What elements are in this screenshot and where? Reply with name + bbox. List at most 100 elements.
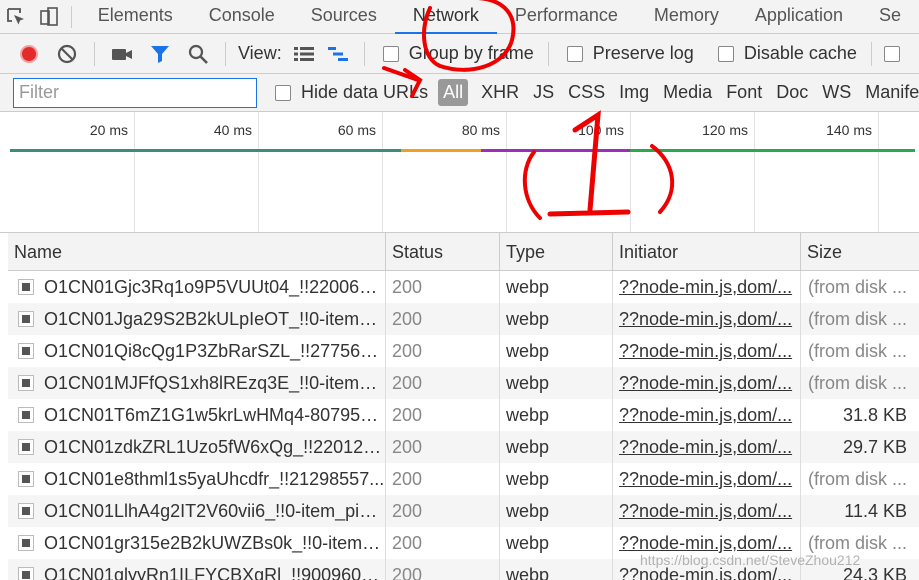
type-filter-img[interactable]: Img [612, 82, 656, 103]
cell-initiator-link[interactable]: ??node-min.js,dom/... [613, 367, 801, 399]
cell-size: 29.7 KB [842, 437, 907, 457]
hide-data-urls-label: Hide data URLs [301, 82, 429, 102]
cell-status: 200 [386, 367, 500, 399]
large-rows-button[interactable] [288, 34, 320, 74]
waterfall-bar [630, 149, 916, 152]
filter-bar: Hide data URLs AllXHRJSCSSImgMediaFontDo… [0, 74, 919, 112]
type-filter-media[interactable]: Media [656, 82, 719, 103]
group-by-frame-box[interactable] [382, 45, 399, 62]
table-row[interactable]: O1CN01Qi8cQg1P3ZbRarSZL_!!2775671... 200 w… [8, 335, 919, 367]
search-button[interactable] [179, 34, 217, 74]
waterfall-overview-button[interactable] [320, 34, 356, 74]
cell-name[interactable]: O1CN01Jga29S2B2kULpIeOT_!!0-item_pi... [8, 303, 386, 335]
type-filter-all[interactable]: All [438, 79, 469, 106]
cell-initiator-link[interactable]: ??node-min.js,dom/... [613, 335, 801, 367]
table-row[interactable]: O1CN01Gjc3Rq1o9P5VUUt04_!!2200657... 200 w… [8, 271, 919, 303]
cell-status: 200 [386, 303, 500, 335]
tab-elements[interactable]: Elements [80, 0, 191, 34]
video-camera-icon [112, 48, 132, 60]
tab-memory[interactable]: Memory [636, 0, 737, 34]
cell-name[interactable]: O1CN01gr315e2B2kUWZBs0k_!!0-item_p... [8, 527, 386, 559]
cell-status: 200 [386, 271, 500, 303]
extra-checkbox[interactable] [883, 45, 910, 62]
timeline-gridline [754, 112, 755, 232]
table-row[interactable]: O1CN01zdkZRL1Uzo5fW6xQg_!!220122... 200 we… [8, 431, 919, 463]
cell-name[interactable]: O1CN01MJFfQS1xh8lREzq3E_!!0-item_pi... [8, 367, 386, 399]
cell-initiator-link[interactable]: ??node-min.js,dom/... [613, 271, 801, 303]
tab-performance[interactable]: Performance [497, 0, 636, 34]
tab-network[interactable]: Network [394, 0, 497, 34]
toolbar-separator [225, 41, 226, 66]
table-row[interactable]: O1CN01e8thml1s5yaUhcdfr_!!21298557... 200… [8, 463, 919, 495]
filter-input[interactable] [13, 77, 257, 108]
timeline-gridline [630, 112, 631, 232]
timeline-tick-label: 80 ms [461, 122, 500, 138]
cell-type: webp [500, 271, 613, 303]
tab-se[interactable]: Se [861, 0, 919, 34]
filter-icon [151, 45, 169, 63]
hide-data-urls-box[interactable] [275, 84, 291, 101]
cell-status: 200 [386, 431, 500, 463]
type-filter-xhr[interactable]: XHR [474, 82, 526, 103]
column-header-status[interactable]: Status [386, 233, 500, 271]
device-toolbar-icon[interactable] [32, 0, 64, 34]
tab-list: Elements Console Sources Network Performance… [80, 0, 919, 34]
table-row[interactable]: O1CN01Jga29S2B2kULpIeOT_!!0-item_pi... 20… [8, 303, 919, 335]
column-header-initiator[interactable]: Initiator [613, 233, 801, 271]
cell-name[interactable]: O1CN01Gjc3Rq1o9P5VUUt04_!!2200657... [8, 271, 386, 303]
type-filter-ws[interactable]: WS [815, 82, 858, 103]
cell-initiator-link[interactable]: ??node-min.js,dom/... [613, 431, 801, 463]
disable-cache-label: Disable cache [743, 43, 857, 63]
type-filter-manifest[interactable]: Manifest [858, 82, 919, 103]
timeline-gridline [506, 112, 507, 232]
extra-checkbox-box[interactable] [883, 45, 900, 62]
filter-toggle-button[interactable] [141, 34, 179, 74]
resource-type-filters: AllXHRJSCSSImgMediaFontDocWSManifest [432, 79, 919, 106]
timeline-gridline [878, 112, 879, 232]
cell-status: 200 [386, 463, 500, 495]
cell-name[interactable]: O1CN01Qi8cQg1P3ZbRarSZL_!!2775671... [8, 335, 386, 367]
tab-console[interactable]: Console [191, 0, 293, 34]
cell-name[interactable]: O1CN01e8thml1s5yaUhcdfr_!!21298557... [8, 463, 386, 495]
table-row[interactable]: O1CN01MJFfQS1xh8lREzq3E_!!0-item_pi... 20… [8, 367, 919, 399]
cell-size: 11.4 KB [844, 501, 907, 521]
timeline-gridline [134, 112, 135, 232]
capture-screenshots-button[interactable] [103, 34, 141, 74]
cell-initiator-link[interactable]: ??node-min.js,dom/... [613, 463, 801, 495]
column-header-type[interactable]: Type [500, 233, 613, 271]
disable-cache-checkbox[interactable]: Disable cache [717, 43, 857, 64]
tab-sources[interactable]: Sources [293, 0, 395, 34]
cell-name[interactable]: O1CN01T6mZ1G1w5krLwHMq4-807956... [8, 399, 386, 431]
timeline-overview[interactable]: 20 ms 40 ms 60 ms 80 ms 100 ms 120 ms 140 ms [0, 112, 919, 233]
cell-name[interactable]: O1CN01qlyyRn1ILFYCBXgRl_!!90096087... [8, 559, 386, 580]
cell-name[interactable]: O1CN01zdkZRL1Uzo5fW6xQg_!!220122... [8, 431, 386, 463]
cell-type: webp [500, 335, 613, 367]
column-header-name[interactable]: Name [8, 233, 386, 271]
cell-size: (from disk ... [807, 469, 907, 489]
group-by-frame-checkbox[interactable]: Group by frame [382, 43, 534, 64]
type-filter-css[interactable]: CSS [561, 82, 612, 103]
type-filter-doc[interactable]: Doc [769, 82, 815, 103]
hide-data-urls-checkbox[interactable]: Hide data URLs [275, 82, 428, 103]
cell-name[interactable]: O1CN01LlhA4g2IT2V60vii6_!!0-item_pic.... [8, 495, 386, 527]
cell-status: 200 [386, 399, 500, 431]
table-header: Name Status Type Initiator Size [8, 233, 919, 271]
devtools-tab-bar: Elements Console Sources Network Performance… [0, 0, 919, 34]
cell-initiator-link[interactable]: ??node-min.js,dom/... [613, 303, 801, 335]
column-header-size[interactable]: Size [801, 233, 919, 271]
type-filter-js[interactable]: JS [526, 82, 561, 103]
tab-application[interactable]: Application [737, 0, 861, 34]
table-row[interactable]: O1CN01T6mZ1G1w5krLwHMq4-807956... 200 webp… [8, 399, 919, 431]
toolbar-separator [547, 41, 549, 66]
cell-initiator-link[interactable]: ??node-min.js,dom/... [613, 399, 801, 431]
preserve-log-box[interactable] [566, 45, 583, 62]
record-button[interactable] [10, 34, 48, 74]
type-filter-font[interactable]: Font [719, 82, 769, 103]
clear-button[interactable] [48, 34, 86, 74]
cell-initiator-link[interactable]: ??node-min.js,dom/... [613, 495, 801, 527]
inspect-element-icon[interactable] [0, 0, 32, 34]
record-icon [20, 44, 38, 63]
preserve-log-checkbox[interactable]: Preserve log [566, 43, 694, 64]
disable-cache-box[interactable] [717, 45, 734, 62]
table-row[interactable]: O1CN01LlhA4g2IT2V60vii6_!!0-item_pic....… [8, 495, 919, 527]
